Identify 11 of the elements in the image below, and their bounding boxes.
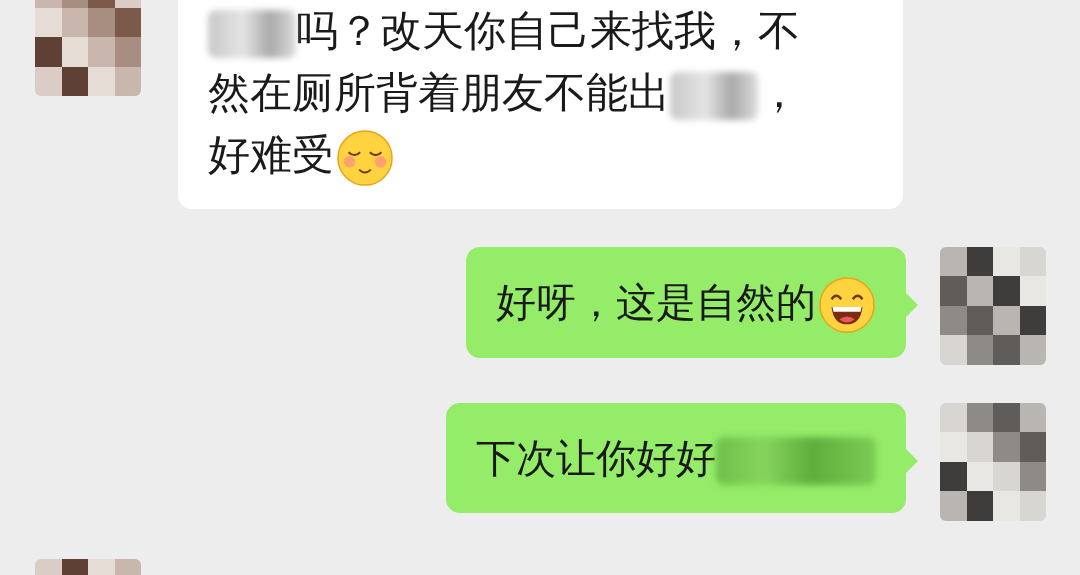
message-text: 好呀，这是自然的 xyxy=(496,278,816,325)
avatar-placeholder[interactable] xyxy=(35,0,141,96)
blushing-face-icon xyxy=(336,128,394,187)
avatar-placeholder[interactable] xyxy=(940,402,1046,521)
message-text: 吗？改天你自己来找我，不 xyxy=(296,6,801,55)
message-text: ， xyxy=(758,68,801,117)
avatar-placeholder[interactable] xyxy=(940,246,1046,365)
message-text: 下次让你好好 xyxy=(476,434,716,481)
grinning-face-icon xyxy=(818,275,876,334)
message-text: 好难受 xyxy=(208,130,334,179)
message-text: 然在厕所背着朋友不能出 xyxy=(208,68,670,117)
